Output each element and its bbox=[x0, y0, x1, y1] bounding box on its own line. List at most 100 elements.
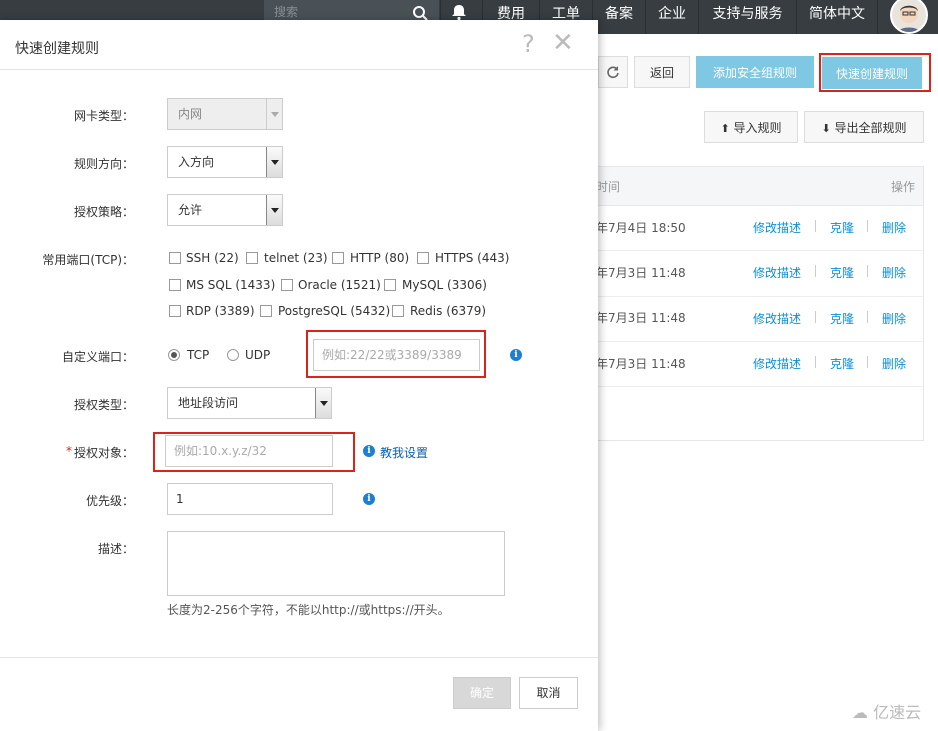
port-label-mysql: MySQL (3306) bbox=[402, 278, 487, 292]
custom-port-label: 自定义端口： bbox=[61, 350, 134, 364]
port-checkbox-mssql[interactable] bbox=[169, 279, 181, 291]
edit-description-link[interactable]: 修改描述 bbox=[753, 264, 801, 281]
row-time: 年7月3日 11:48 bbox=[596, 311, 686, 325]
chevron-down-icon bbox=[266, 99, 282, 129]
udp-label: UDP bbox=[245, 348, 271, 362]
delete-link[interactable]: 删除 bbox=[882, 355, 906, 372]
nav-support[interactable]: 支持与服务 bbox=[699, 0, 796, 34]
table-border bbox=[598, 440, 924, 441]
nav-language[interactable]: 简体中文 bbox=[797, 0, 877, 34]
help-icon[interactable]: ? bbox=[522, 30, 535, 58]
row-time: 年7月3日 11:48 bbox=[596, 266, 686, 280]
dialog-title: 快速创建规则 bbox=[15, 41, 99, 57]
description-label: 描述： bbox=[97, 542, 134, 556]
auth-type-label: 授权类型： bbox=[73, 398, 134, 412]
import-rules-label: 导入规则 bbox=[733, 121, 782, 135]
port-checkbox-mysql[interactable] bbox=[384, 279, 396, 291]
edit-description-link[interactable]: 修改描述 bbox=[753, 310, 801, 327]
clone-link[interactable]: 克隆 bbox=[830, 310, 854, 327]
description-hint: 长度为2-256个字符，不能以http://或https://开头。 bbox=[167, 603, 450, 617]
clone-link[interactable]: 克隆 bbox=[830, 355, 854, 372]
port-checkbox-telnet[interactable] bbox=[246, 252, 258, 264]
common-ports-label: 常用端口(TCP)： bbox=[42, 253, 134, 267]
auth-object-input[interactable]: 例如:10.x.y.z/32 bbox=[165, 435, 333, 467]
port-checkbox-postgresql[interactable] bbox=[260, 305, 272, 317]
divider bbox=[0, 69, 598, 70]
policy-value: 允许 bbox=[178, 203, 203, 217]
download-icon: ⬇ bbox=[821, 122, 831, 135]
export-rules-label: 导出全部规则 bbox=[834, 121, 907, 135]
nic-type-select[interactable]: 内网 bbox=[167, 98, 283, 130]
port-checkbox-redis[interactable] bbox=[392, 305, 404, 317]
import-rules-button[interactable]: ⬆ 导入规则 bbox=[704, 111, 798, 143]
port-label-oracle: Oracle (1521) bbox=[298, 278, 381, 292]
table-border bbox=[923, 166, 924, 441]
action-separator bbox=[867, 356, 868, 368]
info-icon[interactable]: i bbox=[363, 493, 375, 505]
port-checkbox-rdp[interactable] bbox=[169, 305, 181, 317]
cancel-button[interactable]: 取消 bbox=[519, 677, 578, 709]
refresh-button[interactable] bbox=[598, 56, 628, 88]
nav-icp[interactable]: 备案 bbox=[593, 0, 645, 34]
delete-link[interactable]: 删除 bbox=[882, 310, 906, 327]
close-icon[interactable]: ✕ bbox=[552, 28, 574, 58]
info-icon[interactable]: i bbox=[510, 349, 522, 361]
chevron-down-icon bbox=[315, 388, 331, 418]
teach-me-link[interactable]: 教我设置 bbox=[380, 444, 428, 461]
bell-icon[interactable] bbox=[450, 3, 468, 21]
confirm-button[interactable]: 确定 bbox=[453, 677, 511, 709]
port-label-rdp: RDP (3389) bbox=[186, 304, 255, 318]
divider bbox=[0, 657, 598, 658]
custom-port-input[interactable]: 例如:22/22或3389/3389 bbox=[313, 339, 480, 371]
udp-radio[interactable] bbox=[227, 349, 239, 361]
direction-label: 规则方向： bbox=[73, 157, 134, 171]
info-icon: i bbox=[363, 445, 375, 457]
nav-enterprise[interactable]: 企业 bbox=[646, 0, 698, 34]
clone-link[interactable]: 克隆 bbox=[830, 219, 854, 236]
port-checkbox-http[interactable] bbox=[332, 252, 344, 264]
priority-input[interactable]: 1 bbox=[167, 483, 333, 515]
chevron-down-icon bbox=[266, 195, 282, 225]
row-time: 年7月4日 18:50 bbox=[596, 221, 686, 235]
port-label-telnet: telnet (23) bbox=[264, 251, 328, 265]
nav-separator bbox=[877, 0, 878, 34]
direction-select[interactable]: 入方向 bbox=[167, 146, 283, 178]
table-header bbox=[598, 166, 924, 206]
avatar-face-icon bbox=[898, 5, 920, 32]
policy-select[interactable]: 允许 bbox=[167, 194, 283, 226]
quick-create-rule-dialog bbox=[0, 20, 598, 731]
delete-link[interactable]: 删除 bbox=[882, 264, 906, 281]
tcp-label: TCP bbox=[187, 348, 210, 362]
action-separator bbox=[815, 356, 816, 368]
action-separator bbox=[815, 265, 816, 277]
auth-object-label: 授权对象： bbox=[73, 446, 134, 460]
auth-type-value: 地址段访问 bbox=[178, 396, 239, 410]
port-checkbox-ssh[interactable] bbox=[169, 252, 181, 264]
upload-icon: ⬆ bbox=[720, 122, 730, 135]
watermark-text: 亿速云 bbox=[873, 703, 922, 722]
column-time: 时间 bbox=[596, 180, 621, 194]
delete-link[interactable]: 删除 bbox=[882, 219, 906, 236]
row-time: 年7月3日 11:48 bbox=[596, 357, 686, 371]
edit-description-link[interactable]: 修改描述 bbox=[753, 355, 801, 372]
action-separator bbox=[815, 311, 816, 323]
port-label-postgresql: PostgreSQL (5432) bbox=[278, 304, 391, 318]
auth-type-select[interactable]: 地址段访问 bbox=[167, 387, 332, 419]
port-label-redis: Redis (6379) bbox=[410, 304, 487, 318]
back-button[interactable]: 返回 bbox=[634, 56, 690, 88]
search-icon[interactable] bbox=[412, 5, 428, 21]
port-label-https: HTTPS (443) bbox=[435, 251, 510, 265]
port-label-http: HTTP (80) bbox=[350, 251, 410, 265]
add-sg-rule-button[interactable]: 添加安全组规则 bbox=[696, 56, 814, 88]
port-checkbox-https[interactable] bbox=[417, 252, 429, 264]
action-separator bbox=[867, 311, 868, 323]
tcp-radio[interactable] bbox=[168, 349, 180, 361]
clone-link[interactable]: 克隆 bbox=[830, 264, 854, 281]
description-textarea[interactable] bbox=[167, 531, 505, 596]
port-checkbox-oracle[interactable] bbox=[281, 279, 293, 291]
port-label-mssql: MS SQL (1433) bbox=[186, 278, 276, 292]
export-rules-button[interactable]: ⬇ 导出全部规则 bbox=[804, 111, 924, 143]
edit-description-link[interactable]: 修改描述 bbox=[753, 219, 801, 236]
direction-value: 入方向 bbox=[178, 155, 215, 169]
highlight-box bbox=[819, 53, 931, 92]
